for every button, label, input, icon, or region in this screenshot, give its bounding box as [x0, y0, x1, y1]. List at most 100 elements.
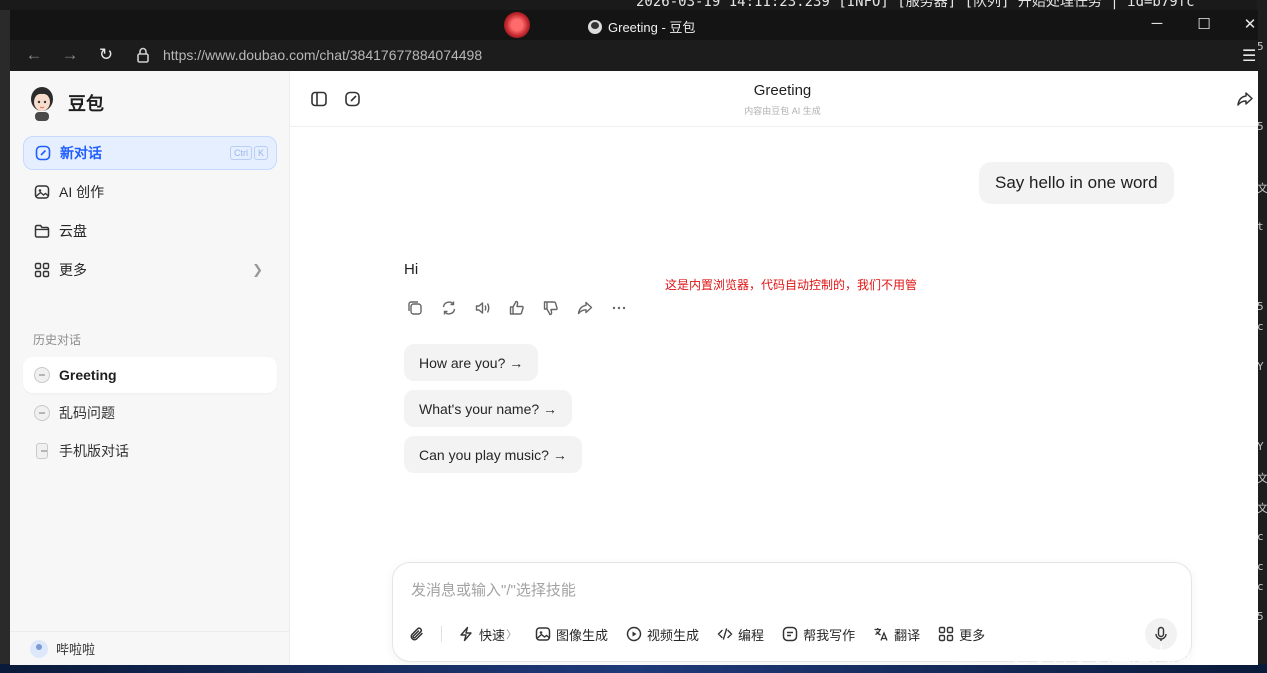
tool-writing-button[interactable]: 帮我写作 [782, 622, 855, 646]
composer-toolbar: 快速 〉 图像生成 视频生成 编程 帮我写作 翻译 更多 [409, 622, 1003, 646]
forward-button[interactable]: → [59, 45, 81, 65]
background-terminal-right: 55文t5cYY文文ccc5 [1257, 0, 1267, 673]
browser-menu-icon[interactable]: ☰ [1242, 46, 1256, 66]
reload-button[interactable]: ↻ [95, 45, 117, 65]
brand-name: 豆包 [68, 94, 104, 114]
sidebar-item-more[interactable]: 更多 ❯ [23, 253, 277, 287]
tool-label: 图像生成 [556, 627, 609, 643]
shortcut-key-k: K [253, 146, 268, 160]
chat-main: Greeting 内容由豆包 AI 生成 Say hello in one wo… [290, 71, 1258, 665]
write-icon [782, 626, 798, 642]
attach-button[interactable] [409, 622, 425, 646]
chevron-right-icon: ❯ [252, 262, 263, 277]
terminal-glyph: 文 [1257, 182, 1267, 195]
shortcut-key-ctrl: Ctrl [229, 146, 252, 160]
copy-icon[interactable] [406, 299, 424, 317]
assistant-message: Hi [404, 261, 419, 278]
close-button[interactable]: ✕ [1240, 15, 1258, 33]
translate-icon [874, 628, 888, 641]
tool-code-button[interactable]: 编程 [717, 622, 764, 646]
toolbar-divider [441, 626, 442, 642]
doubao-logo-icon [31, 87, 53, 121]
history-section-label: 历史对话 [33, 333, 82, 347]
thumbs-up-icon[interactable] [508, 299, 526, 317]
phone-icon [36, 443, 48, 459]
shortcut-hint: Ctrl K [229, 146, 268, 160]
chat-header: Greeting 内容由豆包 AI 生成 [290, 71, 1258, 127]
terminal-glyph: 文 [1257, 502, 1267, 515]
chat-subtitle: 内容由豆包 AI 生成 [744, 106, 821, 116]
url-field[interactable]: https://www.doubao.com/chat/384176778840… [163, 47, 482, 63]
chat-title: Greeting [753, 82, 812, 99]
avatar [30, 639, 48, 658]
sidebar: 豆包 新对话 Ctrl K AI 创作 云盘 更多 ❯ 历史对话 Greetin… [10, 71, 290, 665]
window-title-text: Greeting - 豆包 [608, 20, 696, 35]
speaker-icon[interactable] [474, 299, 492, 317]
share-icon[interactable] [576, 299, 594, 317]
sidebar-item-cloud-drive[interactable]: 云盘 [23, 214, 277, 248]
user-profile[interactable]: 哔啦啦 [10, 631, 289, 665]
user-name: 哔啦啦 [56, 642, 96, 657]
sidebar-item-label: 云盘 [59, 223, 87, 239]
tool-translate-button[interactable]: 翻译 [873, 622, 920, 646]
maximize-button[interactable]: ☐ [1194, 15, 1214, 33]
thumbs-down-icon[interactable] [542, 299, 560, 317]
history-item-label: Greeting [59, 367, 117, 383]
record-indicator-icon[interactable] [504, 12, 530, 38]
paperclip-icon [410, 627, 423, 641]
chat-bubble-icon [34, 367, 50, 383]
new-chat-label: 新对话 [60, 145, 102, 161]
folder-icon [34, 224, 50, 238]
history-item-label: 乱码问题 [59, 405, 115, 421]
brand[interactable]: 豆包 [26, 85, 104, 121]
suggestion-chip[interactable]: What's your name? → [404, 390, 573, 427]
annotation-note: 这是内置浏览器，代码自动控制的，我们不用管 [665, 278, 918, 292]
history-item-label: 手机版对话 [59, 443, 129, 459]
address-bar: ← → ↻ https://www.doubao.com/chat/384176… [10, 40, 1258, 71]
history-item-greeting[interactable]: Greeting [23, 357, 277, 393]
suggestion-chip[interactable]: How are you? → [404, 344, 539, 381]
history-item-garbled[interactable]: 乱码问题 [23, 395, 277, 431]
chat-bubble-icon [34, 405, 50, 421]
image-icon [34, 185, 50, 199]
share-icon[interactable] [1236, 90, 1254, 108]
tool-label: 视频生成 [647, 627, 700, 643]
tool-image-gen-button[interactable]: 图像生成 [535, 622, 608, 646]
tool-label: 帮我写作 [803, 627, 856, 643]
tool-label: 快速 [479, 627, 506, 643]
chevron-right-icon: 〉 [506, 629, 518, 641]
sidebar-item-label: AI 创作 [59, 184, 105, 200]
terminal-log-line: 2026-03-19 14:11:23.239 [INFO] [服务器] [队列… [636, 0, 1195, 10]
background-terminal-left [0, 0, 10, 673]
message-input[interactable]: 发消息或输入"/"选择技能 [411, 579, 576, 600]
grid-icon [34, 262, 50, 278]
bolt-icon [460, 626, 472, 642]
code-icon [717, 628, 733, 640]
tool-video-gen-button[interactable]: 视频生成 [626, 622, 699, 646]
message-actions [406, 299, 628, 317]
suggestion-chip[interactable]: Can you play music? → [404, 436, 582, 473]
back-button[interactable]: ← [23, 45, 45, 65]
watermark: CSDN @小锋学长生活大爆炸 [948, 642, 1212, 666]
tool-fast-button[interactable]: 快速 〉 [458, 622, 517, 646]
browser-window: Greeting - 豆包 ─ ☐ ✕ ← → ↻ https://www.do… [10, 10, 1258, 665]
tool-label: 编程 [738, 627, 765, 643]
regenerate-icon[interactable] [440, 299, 458, 317]
title-bar: Greeting - 豆包 ─ ☐ ✕ [10, 10, 1258, 40]
user-message: Say hello in one word [979, 162, 1174, 204]
favicon-icon [588, 19, 602, 34]
new-chat-button[interactable]: 新对话 Ctrl K [23, 136, 277, 170]
minimize-button[interactable]: ─ [1147, 15, 1167, 32]
image-icon [535, 627, 551, 641]
sidebar-item-ai-create[interactable]: AI 创作 [23, 175, 277, 209]
window-title: Greeting - 豆包 [588, 17, 695, 36]
lock-icon [137, 47, 149, 63]
more-options-icon[interactable] [610, 299, 628, 317]
history-item-mobile[interactable]: 手机版对话 [23, 433, 277, 469]
terminal-glyph: 文 [1257, 472, 1267, 485]
edit-icon [35, 145, 51, 161]
background-terminal-top: 2026-03-19 14:11:23.239 [INFO] [服务器] [队列… [0, 0, 1267, 10]
video-icon [626, 626, 642, 642]
tool-label: 翻译 [894, 627, 921, 643]
sidebar-item-label: 更多 [59, 262, 87, 278]
